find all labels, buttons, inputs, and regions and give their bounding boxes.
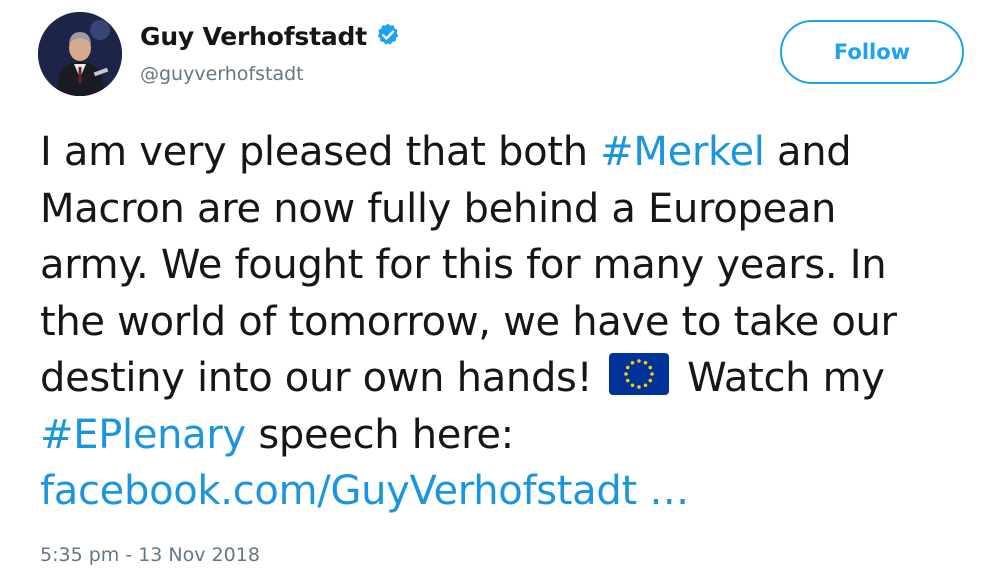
tweet-text-segment: Watch my [674,355,885,401]
user-handle[interactable]: @guyverhofstadt [140,62,304,86]
tweet-timestamp[interactable]: 5:35 pm - 13 Nov 2018 [40,543,260,567]
facebook-link[interactable]: facebook.com/GuyVerhofstadt … [40,468,689,514]
display-name-text: Guy Verhofstadt [140,22,367,51]
hashtag-merkel-link[interactable]: #Merkel [600,129,765,175]
tweet-line: destiny into our own hands! Watch my [40,350,985,407]
tweet-line: facebook.com/GuyVerhofstadt … [40,463,985,520]
eu-star-icon [625,378,630,383]
tweet-card: Guy Verhofstadt @guyverhofstadt Follow I… [0,0,1000,579]
eu-star-icon [649,372,654,376]
eu-flag-emoji-icon [608,353,669,395]
eu-star-icon [630,360,635,365]
tweet-text-segment: and [764,129,852,175]
avatar-image [38,12,122,96]
tweet-text-segment: I am very pleased that both [40,129,601,175]
eu-star-icon [636,385,641,389]
eu-star-icon [643,383,648,388]
eu-star-icon [636,359,641,363]
verified-badge-icon [377,23,399,45]
tweet-line: I am very pleased that both #Merkel and [40,124,985,181]
hashtag-eplenary-link[interactable]: #EPlenary [40,412,246,458]
tweet-text-segment: destiny into our own hands! [40,355,605,401]
eu-star-icon [648,378,652,383]
tweet-line: Macron are now fully behind a European [40,185,837,232]
tweet-text-segment: speech here: [245,411,514,458]
eu-star-icon [630,383,635,388]
eu-star-icon [625,365,630,370]
eu-star-icon [623,372,628,376]
follow-button[interactable]: Follow [780,20,964,84]
eu-star-icon [648,365,652,370]
eu-star-icon [643,360,648,365]
tweet-line: #EPlenary speech here: [40,407,985,464]
display-name[interactable]: Guy Verhofstadt [140,22,401,52]
tweet-text: I am very pleased that both #Merkel and … [40,124,985,520]
avatar[interactable] [38,12,122,96]
tweet-line: army. We fought for this for many years.… [40,242,887,288]
tweet-line: the world of tomorrow, we have to take o… [40,298,897,345]
